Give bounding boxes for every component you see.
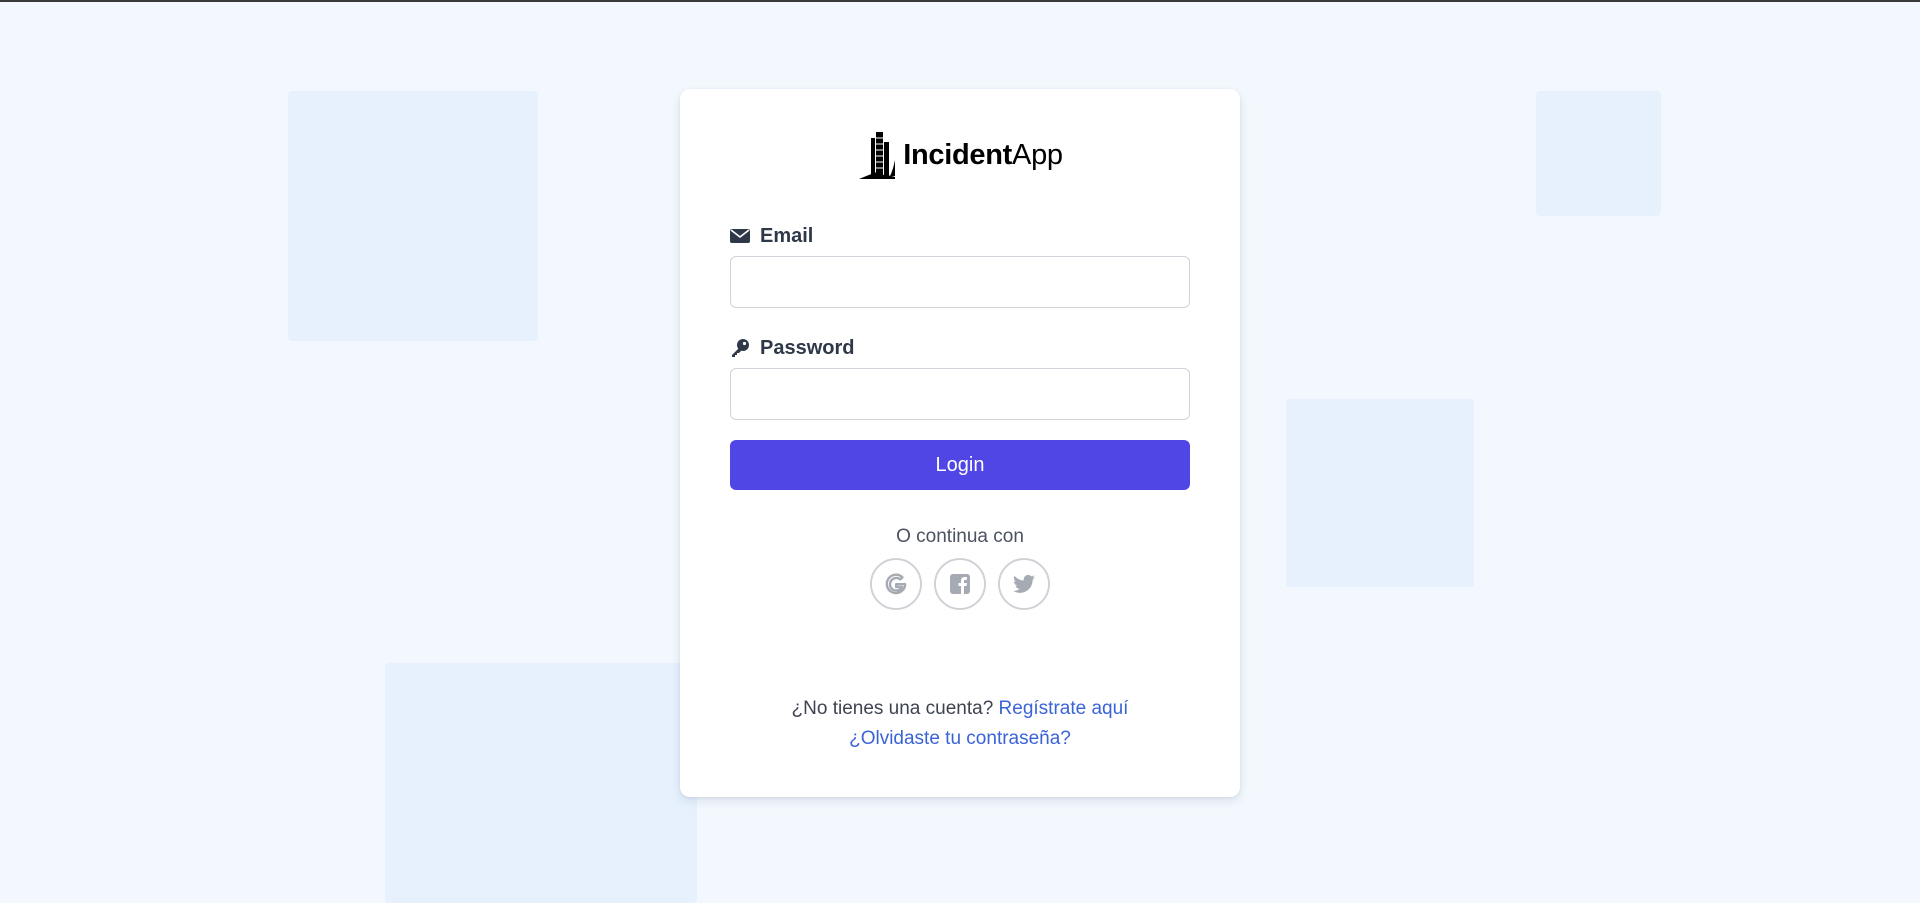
facebook-icon	[950, 574, 970, 594]
background-square	[288, 91, 538, 341]
google-icon	[885, 573, 907, 595]
card-footer: ¿No tienes una cuenta? Regístrate aquí ¿…	[730, 694, 1190, 754]
password-label: Password	[730, 335, 1190, 361]
or-continue-text: O continua con	[896, 526, 1024, 547]
email-field[interactable]	[730, 256, 1190, 308]
password-field[interactable]	[730, 368, 1190, 420]
no-account-text: ¿No tienes una cuenta?	[791, 698, 994, 719]
twitter-login-button[interactable]	[998, 558, 1050, 610]
twitter-icon	[1013, 574, 1035, 593]
background-square	[1536, 91, 1661, 216]
google-login-button[interactable]	[870, 558, 922, 610]
forgot-password-link[interactable]: ¿Olvidaste tu contraseña?	[849, 728, 1071, 749]
email-label: Email	[730, 223, 1190, 249]
brand-name: IncidentApp	[903, 138, 1063, 171]
building-logo-icon	[859, 132, 896, 179]
login-card: IncidentApp Email Password Login O conti…	[680, 89, 1240, 797]
register-link[interactable]: Regístrate aquí	[999, 698, 1129, 719]
brand-logo: IncidentApp	[730, 129, 1190, 181]
login-button[interactable]: Login	[730, 440, 1190, 490]
background-square	[385, 663, 697, 903]
background-square	[1286, 399, 1474, 587]
social-login-group	[730, 558, 1190, 610]
envelope-icon	[730, 229, 750, 243]
key-icon	[732, 339, 749, 357]
facebook-login-button[interactable]	[934, 558, 986, 610]
